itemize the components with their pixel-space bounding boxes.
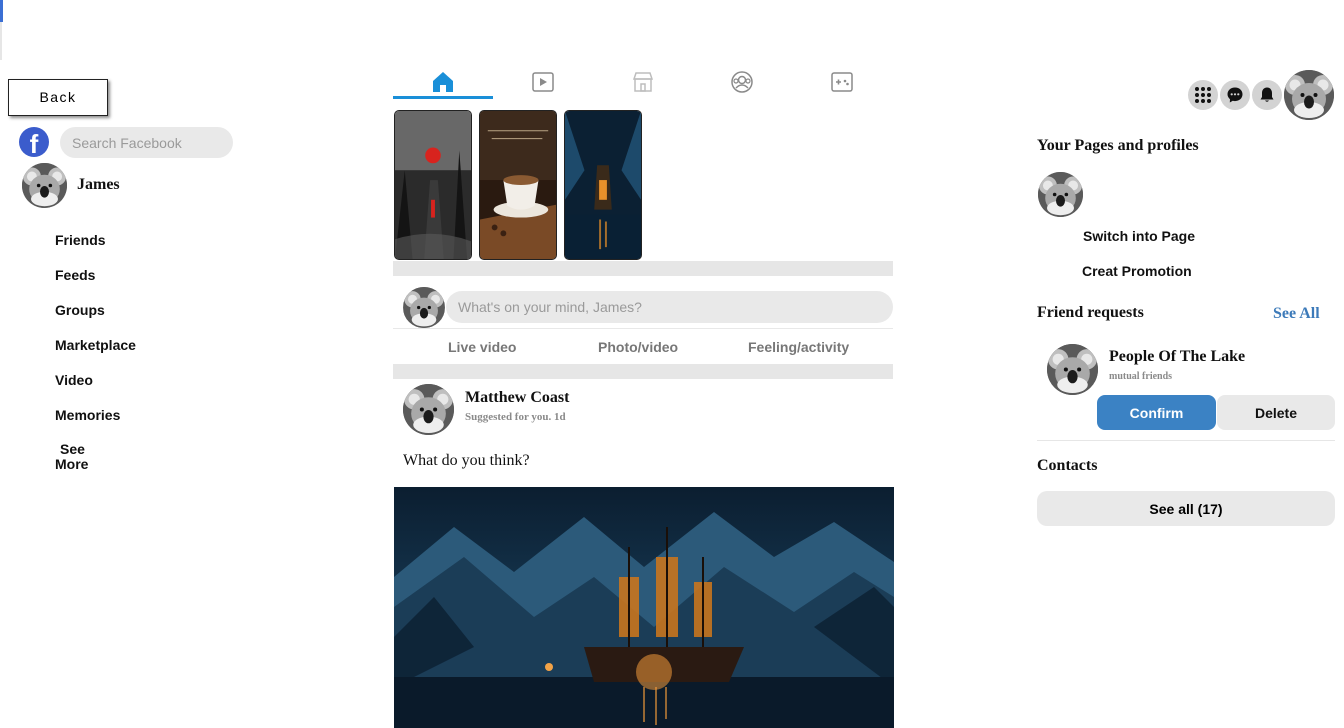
tab-marketplace[interactable] [593, 66, 693, 100]
switch-into-page-link[interactable]: Switch into Page [1083, 228, 1195, 244]
messenger-icon [1227, 87, 1243, 103]
tab-video[interactable] [493, 66, 593, 100]
create-promotion-link[interactable]: Creat Promotion [1082, 263, 1192, 279]
gaming-icon [831, 72, 853, 92]
story-card[interactable] [394, 110, 472, 260]
menu-grid-icon [1195, 87, 1211, 103]
page-avatar[interactable] [1038, 172, 1083, 217]
see-all-requests-link[interactable]: See All [1273, 305, 1320, 323]
story-card[interactable] [479, 110, 557, 260]
post-author-avatar[interactable] [403, 384, 454, 435]
post-composer-input[interactable] [446, 291, 893, 323]
mutual-friends-text: mutual friends [1109, 371, 1173, 382]
post-text: What do you think? [403, 452, 530, 469]
see-more-line-2: More [55, 456, 89, 472]
profile-name[interactable]: James [77, 176, 120, 194]
groups-icon [731, 71, 753, 93]
sidebar-item-friends[interactable]: Friends [55, 232, 106, 248]
pages-section-title: Your Pages and profiles [1037, 137, 1199, 154]
tab-gaming[interactable] [792, 66, 892, 100]
photo-video-button[interactable]: Photo/video [598, 339, 678, 355]
tab-groups[interactable] [692, 66, 792, 100]
avatar[interactable] [22, 163, 67, 208]
bell-icon [1260, 87, 1274, 102]
sidebar-item-memories[interactable]: Memories [55, 407, 120, 423]
marketplace-icon [632, 72, 654, 92]
account-avatar[interactable] [1284, 70, 1334, 120]
composer-avatar[interactable] [403, 287, 445, 328]
section-separator [393, 261, 893, 276]
post-image[interactable] [394, 487, 894, 728]
menu-grid-button[interactable] [1188, 80, 1218, 110]
notifications-button[interactable] [1252, 80, 1282, 110]
video-icon [532, 72, 554, 92]
confirm-request-button[interactable]: Confirm [1097, 395, 1216, 430]
story-card[interactable] [564, 110, 642, 260]
contacts-title: Contacts [1037, 457, 1098, 474]
tab-home[interactable] [393, 66, 493, 100]
feeling-activity-button[interactable]: Feeling/activity [748, 339, 849, 355]
facebook-logo-icon[interactable]: f [19, 127, 49, 157]
sidebar-item-feeds[interactable]: Feeds [55, 267, 95, 283]
search-input[interactable] [60, 127, 233, 158]
sidebar-item-groups[interactable]: Groups [55, 302, 105, 318]
right-divider [1037, 440, 1335, 441]
post-author-name[interactable]: Matthew Coast [465, 389, 569, 407]
see-more-line-1: See [60, 441, 85, 457]
sidebar-item-marketplace[interactable]: Marketplace [55, 337, 136, 353]
back-button[interactable]: Back [8, 79, 108, 116]
messenger-button[interactable] [1220, 80, 1250, 110]
friend-requests-title: Friend requests [1037, 304, 1144, 321]
sidebar-item-video[interactable]: Video [55, 372, 93, 388]
section-separator [393, 364, 893, 379]
see-all-contacts-button[interactable]: See all (17) [1037, 491, 1335, 526]
browser-edge [0, 0, 3, 22]
live-video-button[interactable]: Live video [448, 339, 516, 355]
requester-name[interactable]: People Of The Lake [1109, 348, 1245, 366]
composer-divider [393, 328, 893, 329]
see-more-link[interactable]: See More [55, 442, 105, 472]
delete-request-button[interactable]: Delete [1217, 395, 1335, 430]
active-tab-indicator [393, 96, 493, 99]
requester-avatar[interactable] [1047, 344, 1098, 395]
post-meta: Suggested for you. 1d [465, 411, 566, 423]
home-icon [433, 72, 453, 92]
browser-edge-line [0, 22, 2, 60]
